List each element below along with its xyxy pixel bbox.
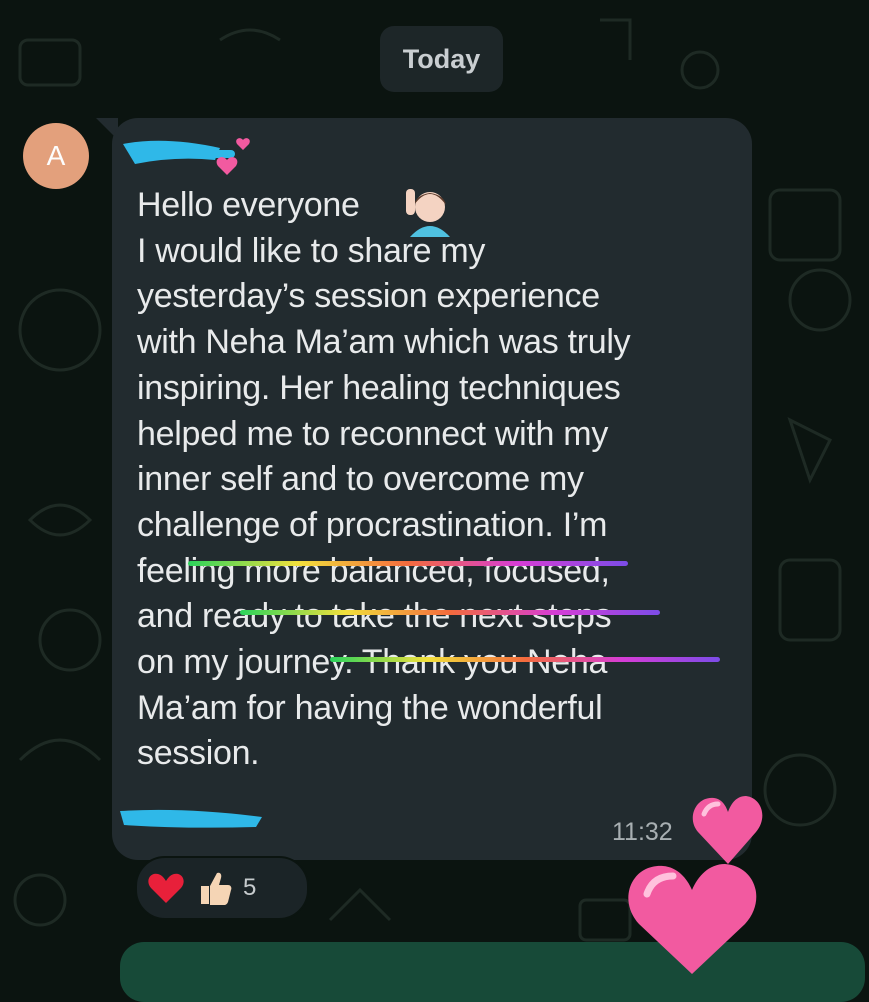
sender-avatar[interactable]: A	[23, 123, 89, 189]
reactions-bar[interactable]: 5	[135, 856, 309, 920]
raising-hand-emoji	[406, 189, 450, 237]
sender-name-redacted	[123, 138, 250, 175]
heart-sticker-icon	[692, 796, 763, 864]
reaction-count: 5	[243, 874, 257, 901]
avatar-initial: A	[46, 140, 66, 171]
highlight-underline	[240, 610, 660, 615]
message-time: 11:32	[612, 818, 673, 846]
signature-redacted	[120, 809, 262, 828]
heart-sticker-icon	[628, 864, 757, 974]
heart-reaction-icon	[148, 873, 184, 903]
date-separator: Today	[380, 26, 503, 92]
thumbs-up-reaction-icon	[201, 872, 232, 905]
highlight-underline	[188, 561, 628, 566]
message-text: Hello everyone I would like to share my …	[137, 186, 631, 773]
date-separator-label: Today	[402, 43, 481, 74]
highlight-underline	[330, 657, 720, 662]
